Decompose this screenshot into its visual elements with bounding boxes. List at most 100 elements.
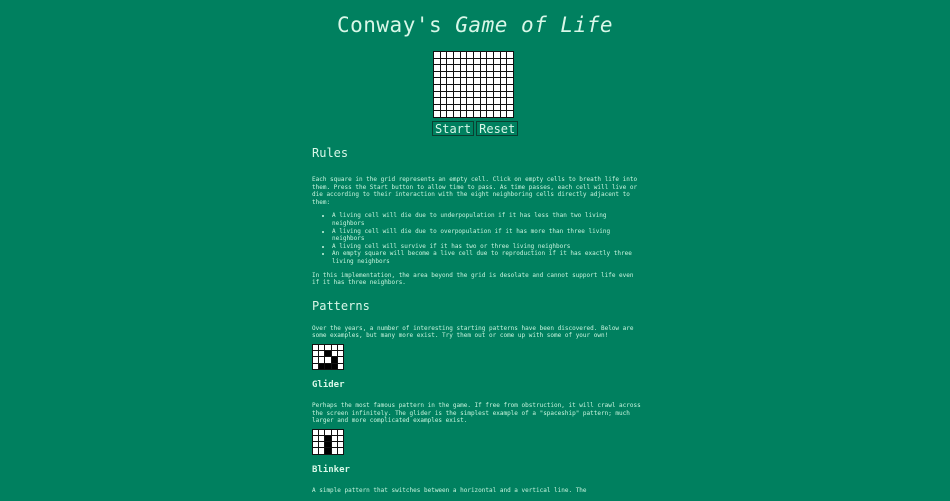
board-cell[interactable] (460, 104, 467, 111)
board-cell[interactable] (453, 104, 460, 111)
board-cell[interactable] (453, 71, 460, 78)
board-cell[interactable] (467, 84, 473, 91)
board-cell[interactable] (447, 98, 453, 104)
board-cell[interactable] (460, 52, 467, 58)
board-cell[interactable] (473, 91, 480, 98)
board-cell[interactable] (467, 65, 473, 71)
board-cell[interactable] (460, 84, 467, 91)
board-cell[interactable] (440, 84, 447, 91)
board-cell[interactable] (487, 104, 493, 111)
board-cell[interactable] (453, 84, 460, 91)
board-cell[interactable] (467, 52, 473, 58)
board-cell[interactable] (473, 104, 480, 111)
board-cell[interactable] (460, 98, 467, 104)
board-cell[interactable] (493, 104, 500, 111)
board-cell[interactable] (460, 71, 467, 78)
board-cell[interactable] (440, 58, 447, 65)
start-button[interactable]: Start (432, 121, 475, 136)
board-cell[interactable] (473, 84, 480, 91)
game-board[interactable] (433, 51, 514, 118)
board-cell[interactable] (480, 58, 487, 65)
board-cell[interactable] (434, 65, 440, 71)
board-cell[interactable] (473, 111, 480, 117)
board-cell[interactable] (500, 78, 507, 84)
board-cell[interactable] (447, 58, 453, 65)
board-cell[interactable] (440, 78, 447, 84)
board-cell[interactable] (460, 78, 467, 84)
board-cell[interactable] (467, 78, 473, 84)
blinker-preview-grid[interactable] (312, 428, 344, 455)
board-cell[interactable] (467, 98, 473, 104)
board-cell[interactable] (467, 104, 473, 111)
board-cell[interactable] (480, 65, 487, 71)
board-cell[interactable] (487, 98, 493, 104)
board-cell[interactable] (500, 58, 507, 65)
board-cell[interactable] (453, 65, 460, 71)
board-cell[interactable] (493, 111, 500, 117)
board-cell[interactable] (507, 65, 513, 71)
board-cell[interactable] (487, 91, 493, 98)
board-cell[interactable] (460, 91, 467, 98)
board-cell[interactable] (434, 52, 440, 58)
board-cell[interactable] (434, 58, 440, 65)
board-cell[interactable] (473, 98, 480, 104)
board-cell[interactable] (434, 98, 440, 104)
board-cell[interactable] (480, 98, 487, 104)
board-cell[interactable] (480, 78, 487, 84)
board-cell[interactable] (493, 84, 500, 91)
board-cell[interactable] (440, 52, 447, 58)
board-cell[interactable] (473, 52, 480, 58)
board-cell[interactable] (480, 91, 487, 98)
reset-button[interactable]: Reset (476, 121, 519, 136)
board-cell[interactable] (480, 84, 487, 91)
board-cell[interactable] (487, 52, 493, 58)
board-cell[interactable] (493, 52, 500, 58)
board-cell[interactable] (500, 98, 507, 104)
board-cell[interactable] (487, 78, 493, 84)
board-cell[interactable] (434, 111, 440, 117)
board-cell[interactable] (487, 65, 493, 71)
board-cell[interactable] (507, 91, 513, 98)
board-cell[interactable] (507, 84, 513, 91)
board-cell[interactable] (493, 58, 500, 65)
board-cell[interactable] (460, 111, 467, 117)
board-cell[interactable] (447, 104, 453, 111)
board-cell[interactable] (480, 52, 487, 58)
board-cell[interactable] (467, 111, 473, 117)
board-cell[interactable] (447, 65, 453, 71)
board-cell[interactable] (440, 111, 447, 117)
board-cell[interactable] (460, 65, 467, 71)
board-cell[interactable] (447, 78, 453, 84)
board-cell[interactable] (467, 58, 473, 65)
board-cell[interactable] (467, 91, 473, 98)
board-cell[interactable] (507, 71, 513, 78)
board-cell[interactable] (473, 65, 480, 71)
board-cell[interactable] (500, 111, 507, 117)
board-cell[interactable] (434, 84, 440, 91)
board-cell[interactable] (440, 65, 447, 71)
board-cell[interactable] (480, 104, 487, 111)
board-cell[interactable] (434, 104, 440, 111)
board-cell[interactable] (500, 52, 507, 58)
board-cell[interactable] (493, 65, 500, 71)
board-cell[interactable] (440, 91, 447, 98)
board-cell[interactable] (493, 98, 500, 104)
board-cell[interactable] (500, 104, 507, 111)
board-cell[interactable] (487, 58, 493, 65)
board-cell[interactable] (447, 111, 453, 117)
board-cell[interactable] (507, 98, 513, 104)
board-cell[interactable] (507, 111, 513, 117)
board-cell[interactable] (447, 52, 453, 58)
board-cell[interactable] (493, 91, 500, 98)
board-cell[interactable] (447, 84, 453, 91)
board-cell[interactable] (507, 52, 513, 58)
board-cell[interactable] (473, 58, 480, 65)
board-cell[interactable] (453, 111, 460, 117)
board-cell[interactable] (434, 91, 440, 98)
board-cell[interactable] (467, 71, 473, 78)
board-cell[interactable] (440, 71, 447, 78)
board-cell[interactable] (480, 71, 487, 78)
board-cell[interactable] (487, 71, 493, 78)
board-cell[interactable] (434, 71, 440, 78)
board-cell[interactable] (473, 71, 480, 78)
